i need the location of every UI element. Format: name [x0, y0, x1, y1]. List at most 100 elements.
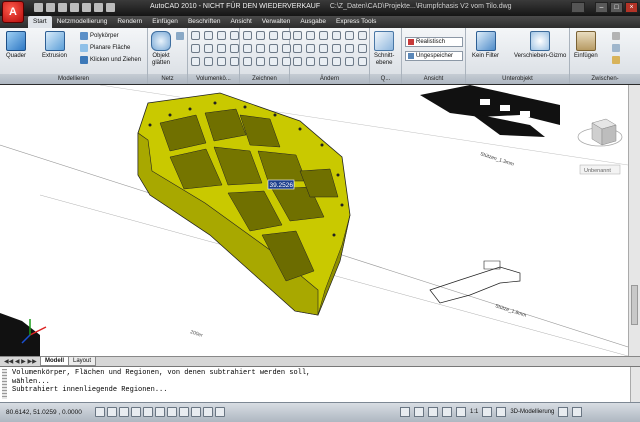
dyn-icon[interactable]: [191, 407, 201, 417]
qat-dropdown-icon[interactable]: [106, 3, 115, 12]
tab-express-tools[interactable]: Express Tools: [331, 16, 381, 28]
close-button[interactable]: ×: [625, 2, 638, 13]
extend-icon[interactable]: [332, 44, 341, 53]
imprint-icon[interactable]: [230, 44, 239, 53]
stretch-icon[interactable]: [358, 31, 367, 40]
extract-edge-icon[interactable]: [217, 57, 226, 66]
mirror-icon[interactable]: [332, 31, 341, 40]
annotation-scale[interactable]: 1:1: [470, 409, 478, 415]
model-canvas[interactable]: 39.2526 Stützen_1.3mm Stütze_1.8mm 200er: [0, 85, 628, 356]
objekt-glaetten-button[interactable]: Objekt glätten: [151, 31, 171, 67]
union-icon[interactable]: [191, 31, 200, 40]
spline-icon[interactable]: [269, 44, 278, 53]
arc-icon[interactable]: [269, 31, 278, 40]
point-icon[interactable]: [269, 57, 278, 66]
3d-mirror-icon[interactable]: [319, 57, 328, 66]
flat-part-top[interactable]: [420, 85, 560, 137]
separate-icon[interactable]: [191, 44, 200, 53]
array-icon[interactable]: [293, 44, 302, 53]
explode-icon[interactable]: [358, 44, 367, 53]
chassis-solid[interactable]: [137, 92, 351, 316]
move-icon[interactable]: [293, 31, 302, 40]
copy-icon[interactable]: [319, 31, 328, 40]
tab-rendern[interactable]: Rendern: [112, 16, 147, 28]
rotate-icon[interactable]: [306, 31, 315, 40]
quick-properties-icon[interactable]: [215, 407, 225, 417]
command-line-grip[interactable]: [2, 369, 7, 399]
hatch-icon[interactable]: [243, 57, 252, 66]
scale-icon[interactable]: [345, 31, 354, 40]
rectangle-icon[interactable]: [243, 44, 252, 53]
offset-icon[interactable]: [306, 44, 315, 53]
tab-einfuegen[interactable]: Einfügen: [147, 16, 183, 28]
panel-title-modellieren[interactable]: Modellieren: [0, 74, 147, 84]
tab-ansicht[interactable]: Ansicht: [225, 16, 256, 28]
flat-part-outline[interactable]: [429, 260, 521, 304]
plot-icon[interactable]: [94, 3, 103, 12]
align-icon[interactable]: [293, 57, 302, 66]
clean-screen-icon[interactable]: [572, 407, 583, 417]
tab-ausgabe[interactable]: Ausgabe: [295, 16, 331, 28]
copy-clip-button[interactable]: [612, 44, 620, 52]
3d-array-icon[interactable]: [332, 57, 341, 66]
planare-flaeche-button[interactable]: Planare Fläche: [80, 44, 130, 52]
panel-title-ansicht[interactable]: Ansicht: [402, 74, 465, 84]
annotation-visibility-icon[interactable]: [482, 407, 493, 417]
offset-edge-icon[interactable]: [230, 57, 239, 66]
panel-title-netz[interactable]: Netz: [148, 74, 187, 84]
viewcube[interactable]: Unbenannt: [577, 118, 623, 175]
subtract-icon[interactable]: [204, 31, 213, 40]
coordinates-readout[interactable]: 80.6142, 51.0259 , 0.0000: [6, 409, 82, 416]
chamfer-edge-icon[interactable]: [204, 57, 213, 66]
solid-edit-icon[interactable]: [230, 31, 239, 40]
polyline-icon[interactable]: [256, 31, 265, 40]
netz-tool-button[interactable]: [176, 32, 184, 40]
panel-title-volumenkoerper[interactable]: Volumenkö...: [188, 74, 239, 84]
info-center-search-icon[interactable]: [571, 2, 585, 13]
fillet-edge-icon[interactable]: [191, 57, 200, 66]
open-icon[interactable]: [46, 3, 55, 12]
osnap-icon[interactable]: [143, 407, 153, 417]
quick-view-drawings-icon[interactable]: [428, 407, 438, 417]
tab-verwalten[interactable]: Verwalten: [257, 16, 296, 28]
command-line-scrollbar[interactable]: [630, 367, 640, 403]
model-space-icon[interactable]: [400, 407, 410, 417]
save-icon[interactable]: [58, 3, 67, 12]
einfuegen-button[interactable]: Einfügen: [574, 31, 598, 60]
ortho-icon[interactable]: [119, 407, 129, 417]
region-icon[interactable]: [256, 57, 265, 66]
layout-nav-arrows-icon[interactable]: ◀◀ ◀ ▶ ▶▶: [4, 358, 37, 365]
minimize-button[interactable]: –: [595, 2, 608, 13]
extrusion-button[interactable]: Extrusion: [42, 31, 67, 60]
workspace-switch-icon[interactable]: [496, 407, 507, 417]
tab-beschriften[interactable]: Beschriften: [183, 16, 226, 28]
3d-osnap-icon[interactable]: [155, 407, 165, 417]
slice-icon[interactable]: [204, 44, 213, 53]
maximize-button[interactable]: □: [610, 2, 623, 13]
polar-icon[interactable]: [131, 407, 141, 417]
pan-icon[interactable]: [442, 407, 452, 417]
new-icon[interactable]: [34, 3, 43, 12]
panel-title-zwischenablage[interactable]: Zwischen-: [570, 74, 640, 84]
drawing-viewport[interactable]: 39.2526 Stützen_1.3mm Stütze_1.8mm 200er: [0, 85, 628, 356]
intersect-icon[interactable]: [217, 31, 226, 40]
polykoerper-button[interactable]: Polykörper: [80, 32, 119, 40]
quader-button[interactable]: Quader: [6, 31, 26, 60]
trim-icon[interactable]: [319, 44, 328, 53]
match-properties-button[interactable]: [612, 56, 620, 64]
tab-netzmodellierung[interactable]: Netzmodellierung: [52, 16, 113, 28]
viewcube-wcs-label[interactable]: Unbenannt: [584, 168, 611, 174]
panel-title-aendern[interactable]: Ändern: [290, 74, 369, 84]
erase-icon[interactable]: [345, 57, 354, 66]
vertical-scrollbar-thumb[interactable]: [631, 285, 638, 325]
workspace-label[interactable]: 3D-Modellierung: [510, 409, 554, 415]
ducs-icon[interactable]: [179, 407, 189, 417]
kein-filter-button[interactable]: Kein Filter: [472, 31, 499, 60]
polygon-icon[interactable]: [256, 44, 265, 53]
tab-layout[interactable]: Layout: [68, 357, 97, 366]
flat-part-bottom[interactable]: [0, 313, 40, 356]
zoom-icon[interactable]: [456, 407, 466, 417]
line-icon[interactable]: [243, 31, 252, 40]
3d-rotate-icon[interactable]: [306, 57, 315, 66]
saved-view-dropdown[interactable]: Ungespeicher: [405, 51, 463, 61]
